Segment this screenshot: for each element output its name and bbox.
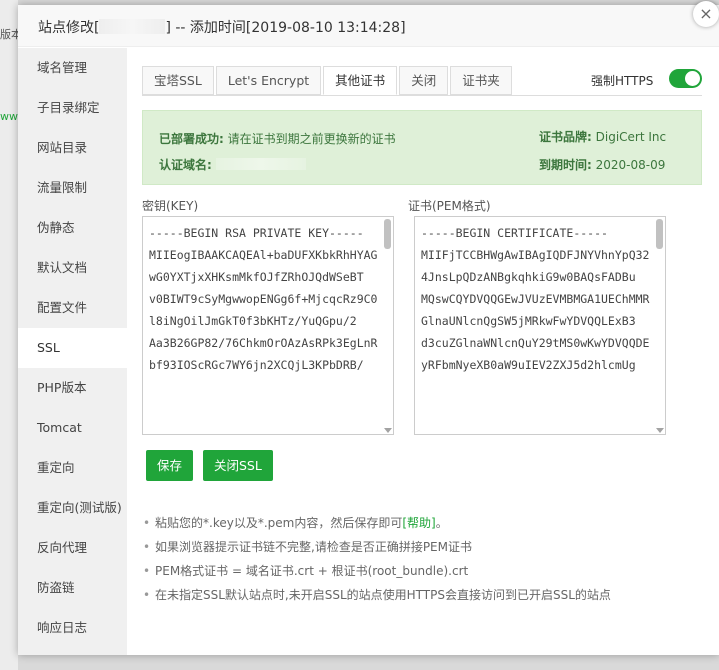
expiration-date: 到期时间: 2020-08-09 — [539, 156, 665, 173]
close-ssl-button[interactable]: 关闭SSL — [203, 450, 273, 481]
sidebar-item-site-directory[interactable]: 网站目录 — [18, 128, 127, 168]
ssl-panel: 宝塔SSL Let's Encrypt 其他证书 关闭 证书夹 强制HTTPS … — [127, 48, 719, 655]
dialog-title-prefix: 站点修改[ — [38, 20, 100, 36]
sidebar-item-redirect[interactable]: 重定向 — [18, 448, 127, 488]
help-notes: 粘贴您的*.key以及*.pem内容，然后保存即可[帮助]。 如果浏览器提示证书… — [142, 511, 702, 607]
sidebar-item-config-file[interactable]: 配置文件 — [18, 288, 127, 328]
certified-domain: 认证域名: — [159, 156, 306, 173]
ssl-tabs: 宝塔SSL Let's Encrypt 其他证书 关闭 证书夹 — [142, 66, 514, 96]
toggle-knob — [685, 71, 700, 86]
sidebar: 域名管理 子目录绑定 网站目录 流量限制 伪静态 默认文档 配置文件 SSL P… — [18, 48, 127, 655]
force-https-label: 强制HTTPS — [591, 74, 654, 88]
sidebar-item-response-log[interactable]: 响应日志 — [18, 608, 127, 648]
note-pem-format: PEM格式证书 = 域名证书.crt + 根证书(root_bundle).cr… — [142, 559, 702, 583]
certificate-textarea[interactable]: -----BEGIN CERTIFICATE----- MIIFjTCCBHWg… — [414, 216, 666, 435]
sidebar-item-hotlink-protection[interactable]: 防盗链 — [18, 568, 127, 608]
cert-scrollbar[interactable] — [655, 218, 664, 433]
scrollbar-thumb[interactable] — [384, 219, 391, 249]
scroll-down-arrow-icon[interactable] — [656, 428, 664, 433]
save-button[interactable]: 保存 — [146, 450, 194, 481]
note-paste-instructions: 粘贴您的*.key以及*.pem内容，然后保存即可[帮助]。 — [142, 511, 702, 535]
certificate-status-box: 已部署成功: 请在证书到期之前更换新的证书 认证域名: 证书品牌: DigiCe… — [142, 110, 702, 185]
redacted-domain — [215, 158, 306, 170]
cert-field-label: 证书(PEM格式) — [408, 199, 491, 213]
sidebar-item-ssl[interactable]: SSL — [18, 328, 127, 368]
redacted-site-name — [99, 19, 166, 34]
key-scrollbar[interactable] — [383, 218, 392, 433]
scrollbar-thumb[interactable] — [656, 219, 663, 249]
deployed-status: 已部署成功: 请在证书到期之前更换新的证书 — [159, 130, 396, 147]
note-1-text: 粘贴您的*.key以及*.pem内容，然后保存即可 — [155, 516, 403, 530]
brand-key: 证书品牌: — [539, 130, 592, 144]
brand-value: DigiCert Inc — [595, 130, 667, 144]
domain-key: 认证域名: — [159, 158, 212, 172]
expire-key: 到期时间: — [539, 158, 592, 172]
deployed-value: 请在证书到期之前更换新的证书 — [227, 132, 396, 146]
scroll-down-arrow-icon[interactable] — [384, 428, 392, 433]
tab-certificate-folder[interactable]: 证书夹 — [450, 66, 512, 95]
expire-value: 2020-08-09 — [595, 158, 666, 172]
sidebar-item-rewrite[interactable]: 伪静态 — [18, 208, 127, 248]
sidebar-item-redirect-beta[interactable]: 重定向(测试版) — [18, 488, 127, 528]
tab-bt-ssl[interactable]: 宝塔SSL — [142, 66, 214, 95]
certificate-text: -----BEGIN CERTIFICATE----- MIIFjTCCBHWg… — [421, 226, 650, 372]
certificate-brand: 证书品牌: DigiCert Inc — [539, 128, 666, 145]
private-key-textarea[interactable]: -----BEGIN RSA PRIVATE KEY----- MIIEogIB… — [142, 216, 394, 435]
note-default-site: 在未指定SSL默认站点时,未开启SSL的站点使用HTTPS会直接访问到已开启SS… — [142, 583, 702, 607]
dialog-title-suffix: ] -- 添加时间[2019-08-10 13:14:28] — [165, 20, 406, 36]
background-link-fragment: ww — [0, 110, 18, 123]
tab-lets-encrypt[interactable]: Let's Encrypt — [215, 66, 322, 95]
dialog-header: 站点修改[ ] -- 添加时间[2019-08-10 13:14:28] — [18, 5, 719, 47]
force-https-toggle[interactable] — [669, 69, 702, 88]
tab-other-certificate[interactable]: 其他证书 — [323, 66, 398, 95]
note-chain-incomplete: 如果浏览器提示证书链不完整,请检查是否正确拼接PEM证书 — [142, 535, 702, 559]
sidebar-item-tomcat[interactable]: Tomcat — [18, 408, 127, 448]
private-key-text: -----BEGIN RSA PRIVATE KEY----- MIIEogIB… — [149, 226, 378, 372]
site-edit-dialog: 站点修改[ ] -- 添加时间[2019-08-10 13:14:28] × 域名… — [18, 1, 719, 655]
deployed-key: 已部署成功: — [159, 132, 224, 146]
sidebar-item-traffic-limit[interactable]: 流量限制 — [18, 168, 127, 208]
note-1-suffix: 。 — [435, 516, 448, 530]
dialog-title: 站点修改[ ] -- 添加时间[2019-08-10 13:14:28] — [38, 17, 406, 37]
help-link[interactable]: [帮助] — [402, 516, 435, 530]
sidebar-item-default-document[interactable]: 默认文档 — [18, 248, 127, 288]
sidebar-item-php-version[interactable]: PHP版本 — [18, 368, 127, 408]
key-field-label: 密钥(KEY) — [142, 199, 199, 213]
close-dialog-button[interactable]: × — [693, 1, 719, 27]
sidebar-item-domain[interactable]: 域名管理 — [18, 48, 127, 88]
tab-divider — [142, 95, 702, 96]
close-icon: × — [699, 4, 713, 23]
sidebar-item-reverse-proxy[interactable]: 反向代理 — [18, 528, 127, 568]
background-page — [0, 0, 18, 670]
tab-close[interactable]: 关闭 — [399, 66, 449, 95]
sidebar-item-subdir-binding[interactable]: 子目录绑定 — [18, 88, 127, 128]
